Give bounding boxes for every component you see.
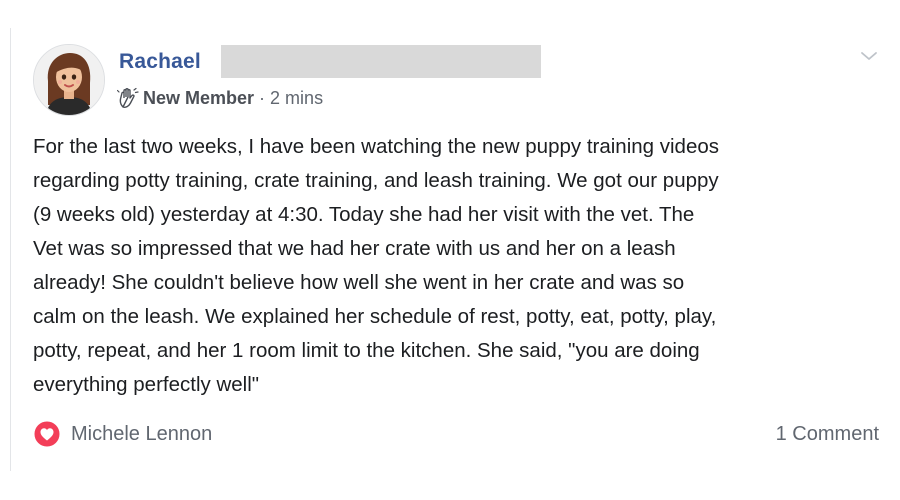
post-options-chevron-icon[interactable]	[859, 49, 879, 63]
post-body: For the last two weeks, I have been watc…	[33, 135, 720, 396]
waving-hand-icon	[116, 87, 139, 109]
reaction-names: Michele Lennon	[71, 422, 213, 445]
feed-post: Rachael New Member · 2 mins For the last…	[10, 28, 891, 471]
comment-count-link[interactable]: 1 Comment	[776, 423, 879, 446]
author-name[interactable]: Rachael	[119, 50, 201, 74]
post-meta: New Member · 2 mins	[116, 86, 323, 110]
member-badge: New Member	[143, 87, 255, 108]
reactions-summary[interactable]: Michele Lennon	[33, 419, 212, 449]
avatar-illustration	[34, 45, 104, 115]
author-avatar[interactable]	[33, 44, 105, 116]
love-reaction-icon	[33, 420, 61, 448]
meta-separator: ·	[259, 87, 266, 108]
post-timestamp[interactable]: 2 mins	[270, 88, 323, 109]
redacted-name-bar	[221, 45, 541, 78]
